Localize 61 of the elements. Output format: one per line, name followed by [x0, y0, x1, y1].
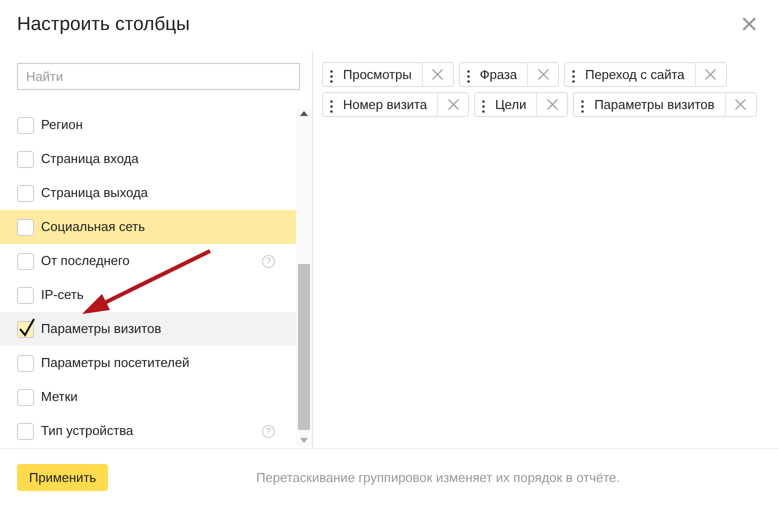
chip-label: Фраза — [480, 66, 518, 82]
checkbox[interactable] — [17, 320, 34, 338]
item-label: Регион — [41, 116, 83, 134]
item-label: От последнего — [41, 252, 130, 270]
hint-text: Перетаскивание группировок изменяет их порядок в отчёте. — [256, 468, 620, 487]
drag-handle-icon[interactable] — [330, 100, 333, 113]
chip-label: Цели — [495, 96, 526, 112]
item-label: Метки — [41, 388, 78, 406]
remove-icon[interactable] — [432, 69, 444, 80]
list-row[interactable]: Параметры посетителей — [0, 346, 296, 380]
remove-icon[interactable] — [448, 99, 459, 110]
column-chip[interactable]: Переход с сайта — [564, 62, 726, 87]
list-row[interactable]: Страница входа — [0, 142, 296, 176]
remove-icon[interactable] — [546, 99, 558, 110]
list-row[interactable]: IP-сеть — [0, 278, 296, 312]
drag-handle-icon[interactable] — [581, 100, 584, 113]
item-label: Параметры визитов — [41, 320, 162, 338]
chip-label: Просмотры — [343, 66, 412, 82]
column-chip[interactable]: Номер визита — [322, 92, 470, 117]
scroll-down-icon[interactable] — [300, 438, 308, 443]
chip-label: Переход с сайта — [585, 66, 684, 82]
list-row[interactable]: Метки — [0, 380, 296, 414]
search-field[interactable]: Найти — [17, 63, 300, 90]
checkbox[interactable] — [17, 422, 34, 440]
item-label: Социальная сеть — [41, 218, 145, 236]
remove-icon[interactable] — [705, 69, 716, 80]
item-label: Параметры посетителей — [41, 354, 190, 372]
drag-handle-icon[interactable] — [482, 100, 486, 113]
item-label: Страница выхода — [41, 184, 148, 202]
scroll-up-icon[interactable] — [300, 111, 308, 116]
item-label: IP-сеть — [41, 286, 84, 304]
checkbox[interactable] — [17, 150, 34, 168]
drag-handle-icon[interactable] — [572, 70, 576, 83]
apply-button[interactable]: Применить — [17, 464, 108, 491]
chip-label: Номер визита — [343, 96, 428, 112]
list-row[interactable]: От последнего ? — [0, 244, 296, 278]
column-chip[interactable]: Цели — [474, 92, 568, 117]
column-chip[interactable]: Фраза — [458, 62, 560, 87]
checkbox[interactable] — [17, 252, 34, 270]
scrollbar-thumb[interactable] — [298, 264, 310, 430]
checkbox[interactable] — [17, 218, 34, 236]
list-row[interactable]: Страница выхода — [0, 176, 296, 210]
list-row[interactable]: Социальная сеть — [0, 210, 296, 244]
item-label: Тип устройства — [41, 422, 134, 440]
remove-icon[interactable] — [538, 69, 549, 80]
column-chip[interactable]: Просмотры — [322, 62, 454, 87]
list-row[interactable]: Параметры визитов — [0, 312, 296, 346]
list-row[interactable]: Тип устройства ? — [0, 414, 296, 448]
checkbox[interactable] — [17, 116, 34, 134]
list-row[interactable]: Регион — [0, 108, 296, 142]
drag-handle-icon[interactable] — [330, 70, 333, 83]
remove-icon[interactable] — [735, 99, 746, 110]
chip-label: Параметры визитов — [594, 96, 715, 112]
dialog-title: Настроить столбцы — [17, 14, 190, 36]
checkbox[interactable] — [17, 354, 34, 372]
item-label: Страница входа — [41, 150, 139, 168]
column-chip[interactable]: Параметры визитов — [573, 92, 757, 117]
checkbox[interactable] — [17, 184, 34, 202]
checkbox[interactable] — [17, 286, 34, 304]
drag-handle-icon[interactable] — [466, 70, 470, 83]
checkbox[interactable] — [17, 388, 34, 406]
